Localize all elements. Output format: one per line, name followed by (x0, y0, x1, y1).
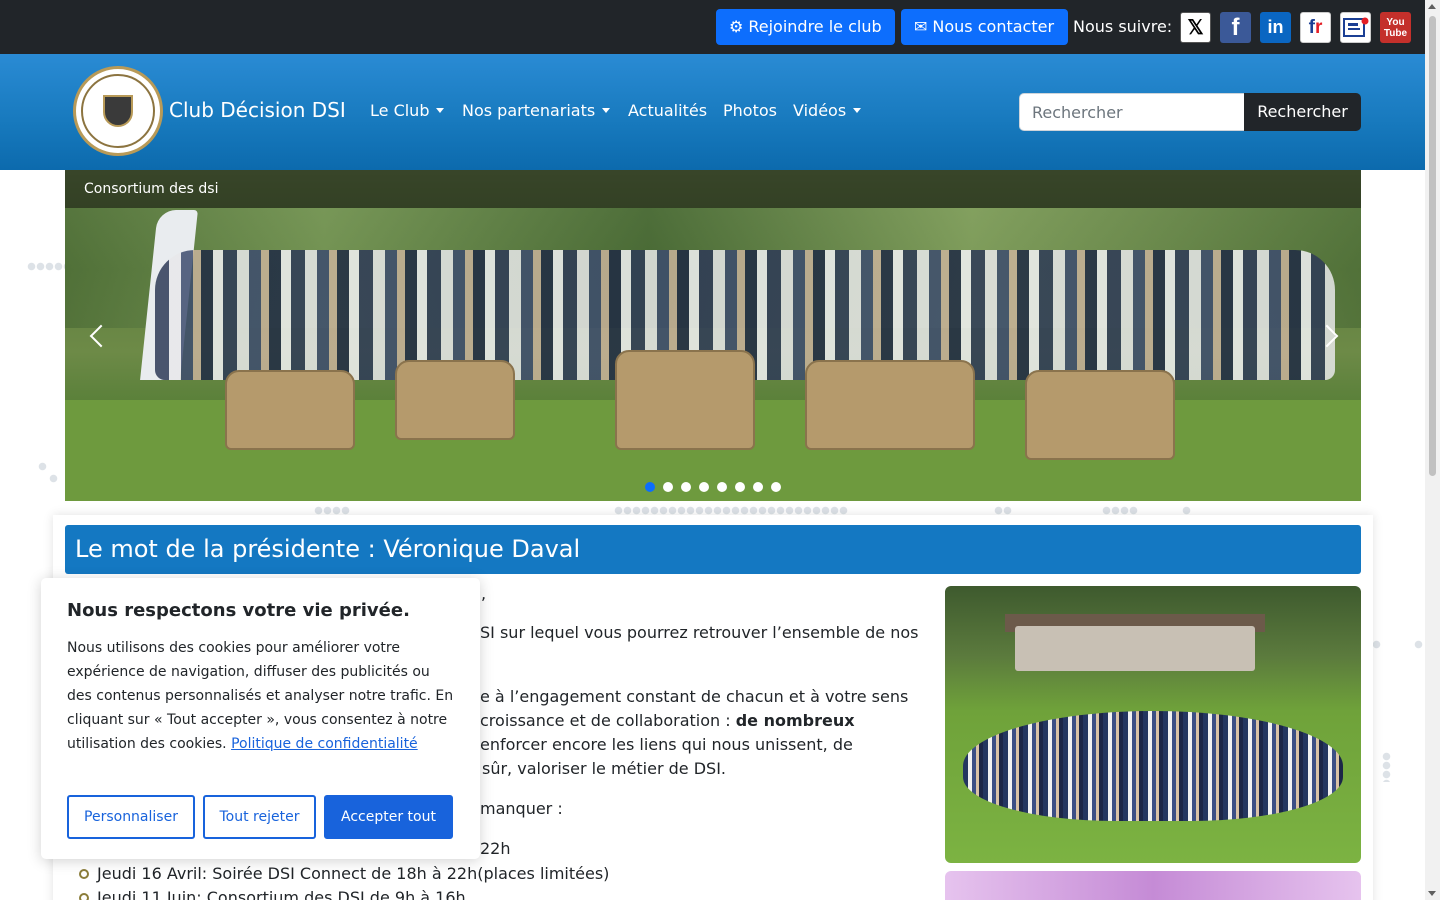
x-icon[interactable]: 𝕏 (1180, 12, 1211, 43)
text-fragment: e à l’engagement constant de chacun et à… (480, 687, 909, 706)
facebook-icon[interactable]: f (1220, 12, 1251, 43)
text-fragment: manquer : (480, 799, 563, 818)
cardboard-car (225, 370, 355, 450)
decor-dots (38, 462, 47, 471)
cardboard-car (1025, 370, 1175, 460)
envelope-icon: ✉ (914, 17, 928, 36)
text-fragment-bold: de nombreux (735, 711, 855, 730)
cookie-consent-popup: Nous respectons votre vie privée. Nous u… (41, 578, 480, 859)
club-logo[interactable] (73, 66, 163, 156)
carousel-prev-arrow[interactable] (87, 322, 107, 352)
bullet-icon (79, 869, 89, 879)
chevron-down-icon (436, 108, 445, 113)
decor-dots (49, 474, 58, 483)
hero-carousel[interactable]: Consortium des dsi (65, 170, 1361, 501)
chevron-down-icon (853, 108, 862, 113)
cookie-text: Nous utilisons des cookies pour améliore… (67, 636, 457, 756)
carousel-indicator[interactable] (735, 482, 745, 492)
magazine-icon[interactable] (1340, 12, 1371, 43)
contact-button[interactable]: ✉ Nous contacter (901, 9, 1068, 45)
scroll-up-arrow[interactable] (1428, 4, 1436, 9)
brand-name[interactable]: Club Décision DSI (169, 98, 346, 122)
decor-dots (614, 506, 848, 515)
cardboard-car (395, 360, 515, 440)
decor-dots (1182, 506, 1191, 515)
nav-photos[interactable]: Photos (723, 101, 777, 120)
frenchweb-icon[interactable]: fr (1300, 12, 1331, 43)
text-line: croissance et de collaboration : de nomb… (480, 709, 855, 733)
carousel-indicator[interactable] (717, 482, 727, 492)
decor-dots (1102, 506, 1138, 515)
carousel-indicator[interactable] (771, 482, 781, 492)
photo-building (1015, 626, 1255, 671)
event-item: Jeudi 11 Juin: Consortium des DSI de 9h … (97, 888, 466, 900)
section-title: Le mot de la présidente : Véronique Dava… (65, 525, 1361, 574)
linkedin-icon[interactable]: in (1260, 12, 1291, 43)
event-banner-photo[interactable] (945, 871, 1361, 900)
cardboard-car (805, 360, 975, 450)
nav-partenariats[interactable]: Nos partenariats (462, 101, 611, 120)
nav-videos-label: Vidéos (793, 101, 847, 120)
photo-crowd (963, 711, 1343, 821)
carousel-caption: Consortium des dsi (84, 181, 219, 197)
privacy-policy-link[interactable]: Politique de confidentialité (231, 736, 418, 752)
group-photo[interactable] (945, 586, 1361, 863)
page-scrollbar[interactable] (1425, 0, 1440, 900)
text-fragment: SI sur lequel vous pourrez retrouver l’e… (480, 623, 919, 642)
cookie-title: Nous respectons votre vie privée. (67, 600, 410, 621)
nav-le-club[interactable]: Le Club (370, 101, 445, 120)
nav-photos-label: Photos (723, 101, 777, 120)
carousel-indicator[interactable] (699, 482, 709, 492)
decor-dots (314, 506, 350, 515)
contact-label: Nous contacter (932, 17, 1055, 36)
logo-seal (81, 74, 155, 148)
chevron-down-icon (602, 108, 611, 113)
carousel-indicator[interactable] (663, 482, 673, 492)
main-navbar: Club Décision DSI Le Club Nos partenaria… (0, 54, 1425, 170)
carousel-next-arrow[interactable] (1319, 322, 1339, 352)
nav-videos[interactable]: Vidéos (793, 101, 862, 120)
customize-button[interactable]: Personnaliser (67, 795, 195, 839)
decor-dots (994, 506, 1012, 515)
carousel-indicator[interactable] (753, 482, 763, 492)
carousel-caption-bar (65, 170, 1361, 208)
follow-label: Nous suivre: (1073, 17, 1173, 36)
text-fragment: sûr, valoriser le métier de DSI. (482, 759, 726, 778)
text-fragment: croissance et de collaboration : (480, 711, 731, 730)
youtube-icon[interactable]: You Tube (1380, 12, 1411, 43)
nav-actualites[interactable]: Actualités (628, 101, 707, 120)
decor-dots (1372, 640, 1381, 649)
bullet-icon (79, 893, 89, 900)
search-button[interactable]: Rechercher (1244, 93, 1361, 131)
text-fragment: , (481, 584, 487, 603)
accept-all-button[interactable]: Accepter tout (324, 795, 453, 839)
top-bar: ⚙ Rejoindre le club ✉ Nous contacter Nou… (0, 0, 1425, 54)
scroll-down-arrow[interactable] (1428, 891, 1436, 896)
decor-dots (1414, 640, 1423, 649)
nav-partenariats-label: Nos partenariats (462, 101, 596, 120)
reject-all-button[interactable]: Tout rejeter (203, 795, 316, 839)
join-club-label: Rejoindre le club (748, 17, 882, 36)
scroll-thumb[interactable] (1429, 16, 1436, 476)
event-item: Jeudi 16 Avril: Soirée DSI Connect de 18… (97, 864, 610, 883)
text-fragment: 22h (480, 839, 511, 858)
decor-dots (1382, 752, 1391, 782)
carousel-indicator[interactable] (645, 482, 655, 492)
carousel-indicators (645, 482, 781, 492)
cardboard-car (615, 350, 755, 450)
join-club-button[interactable]: ⚙ Rejoindre le club (716, 9, 895, 45)
shield-icon (103, 95, 133, 127)
nav-le-club-label: Le Club (370, 101, 430, 120)
carousel-indicator[interactable] (681, 482, 691, 492)
nav-actualites-label: Actualités (628, 101, 708, 120)
gear-icon: ⚙ (729, 17, 744, 36)
search-input[interactable] (1019, 93, 1245, 131)
text-fragment: enforcer encore les liens qui nous uniss… (480, 735, 853, 754)
